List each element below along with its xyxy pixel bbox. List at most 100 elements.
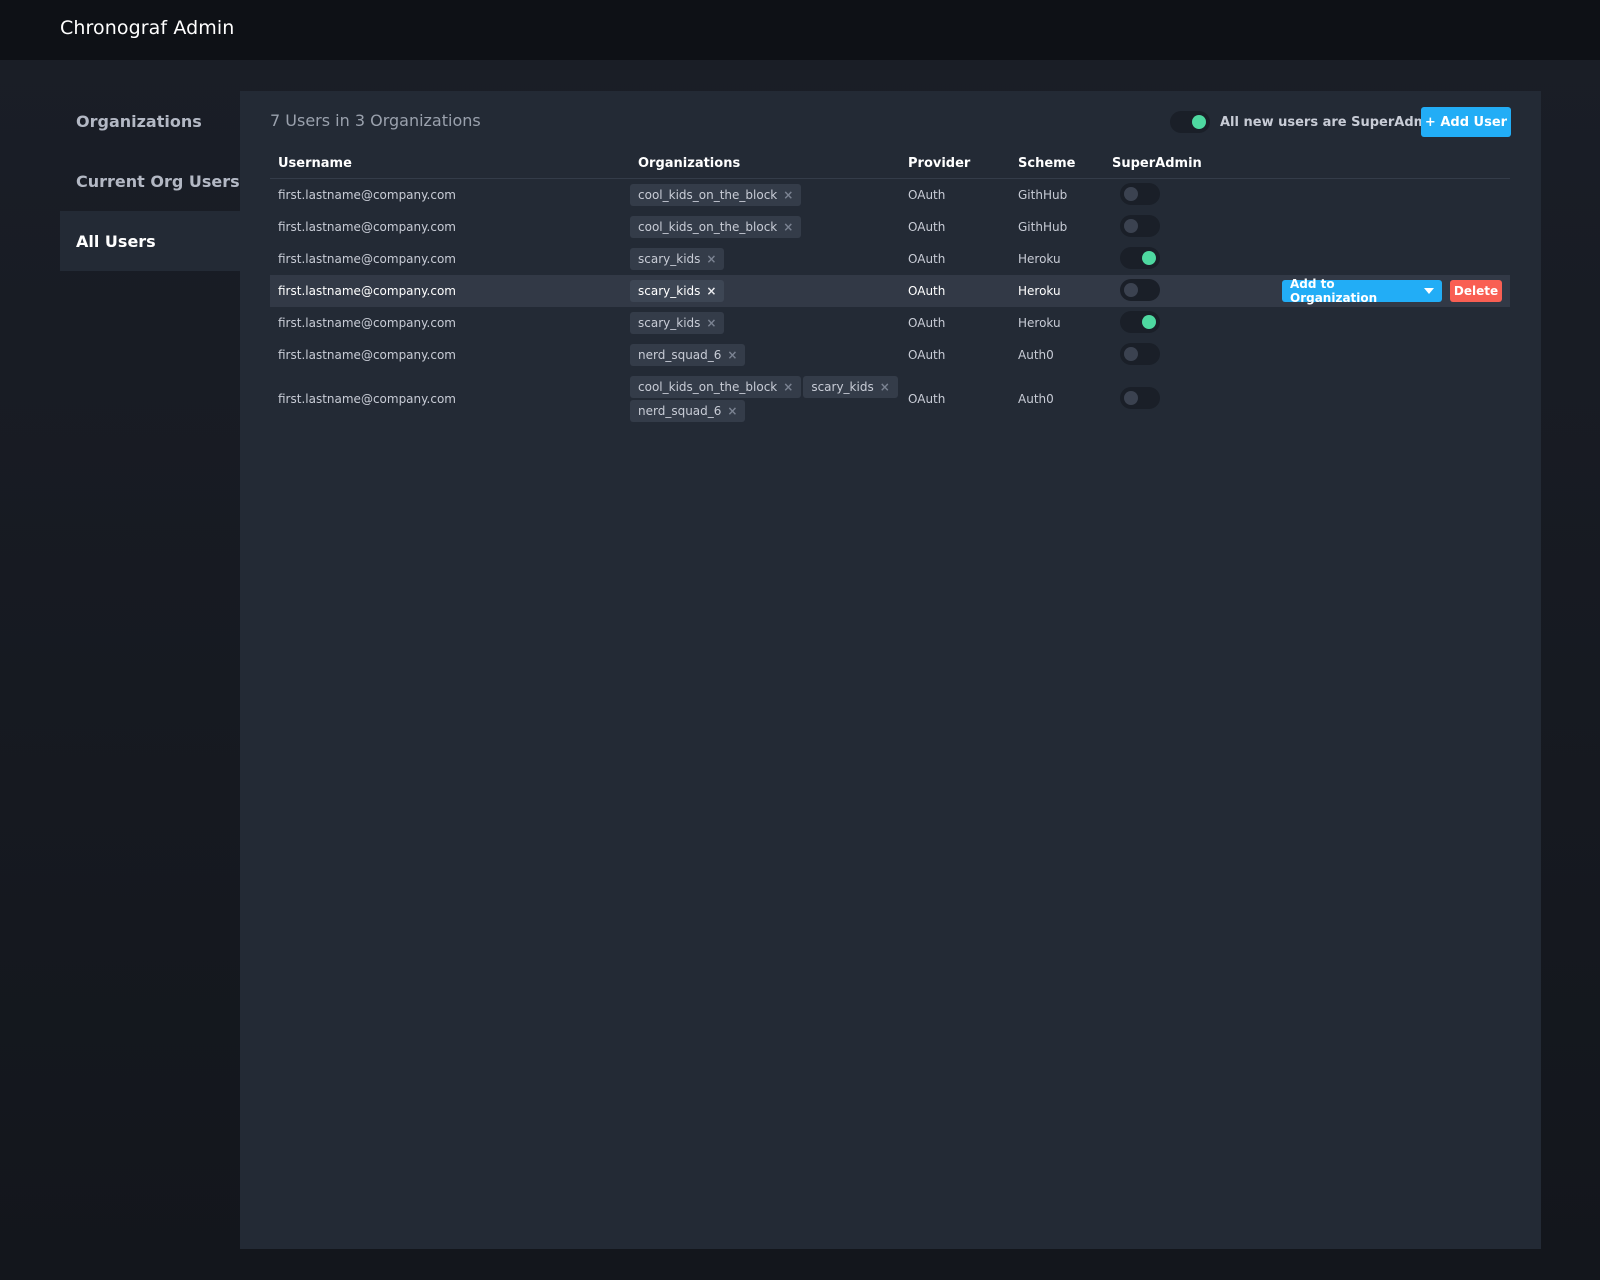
- remove-tag-icon[interactable]: ×: [783, 380, 793, 394]
- provider-cell: OAuth: [908, 348, 946, 362]
- organization-tag: nerd_squad_6 ×: [630, 400, 746, 422]
- sidebar-item-label: Organizations: [76, 111, 202, 131]
- organization-tag: cool_kids_on_the_block ×: [630, 184, 802, 206]
- toggle-knob: [1124, 218, 1138, 233]
- scheme-cell: Auth0: [1018, 392, 1054, 406]
- delete-user-button[interactable]: Delete: [1450, 280, 1502, 302]
- superadmin-toggle[interactable]: [1120, 278, 1160, 301]
- username-cell: first.lastname@company.com: [278, 348, 456, 362]
- scheme-cell: Heroku: [1018, 284, 1061, 298]
- superadmin-cell: [1104, 182, 1204, 208]
- provider-cell: OAuth: [908, 316, 946, 330]
- remove-tag-icon[interactable]: ×: [706, 252, 716, 266]
- table-row[interactable]: first.lastname@company.com cool_kids_on_t…: [270, 179, 1510, 211]
- toggle-knob: [1124, 282, 1138, 297]
- add-to-organization-dropdown[interactable]: Add to Organization: [1282, 277, 1442, 305]
- provider-cell: OAuth: [908, 284, 946, 298]
- remove-tag-icon[interactable]: ×: [727, 348, 737, 362]
- remove-tag-icon[interactable]: ×: [783, 188, 793, 202]
- organization-tag: cool_kids_on_the_block ×: [630, 216, 802, 238]
- username-cell: first.lastname@company.com: [278, 252, 456, 266]
- toggle-knob: [1192, 115, 1206, 129]
- organizations-cell: cool_kids_on_the_block ×: [630, 211, 900, 243]
- column-header-organizations: Organizations: [638, 156, 741, 171]
- table-row[interactable]: first.lastname@company.com cool_kids_on_t…: [270, 211, 1510, 243]
- table-row[interactable]: first.lastname@company.com cool_kids_on_t…: [270, 371, 1510, 427]
- add-to-organization-label: Add to Organization: [1290, 277, 1378, 305]
- organizations-cell: cool_kids_on_the_block ×: [630, 179, 900, 211]
- table-row[interactable]: first.lastname@company.com scary_kids × OAu…: [270, 243, 1510, 275]
- scheme-cell: GithHub: [1018, 220, 1068, 234]
- username-cell: first.lastname@company.com: [278, 284, 456, 298]
- superadmin-toggle[interactable]: [1120, 342, 1160, 365]
- scheme-cell: Heroku: [1018, 316, 1061, 330]
- panel-header: 7 Users in 3 Organizations All new users…: [270, 107, 1511, 137]
- toggle-knob: [1124, 390, 1138, 405]
- organization-tag: scary_kids ×: [630, 312, 725, 334]
- column-header-username: Username: [278, 156, 352, 171]
- username-cell: first.lastname@company.com: [278, 220, 456, 234]
- superadmin-toggle[interactable]: [1120, 182, 1160, 205]
- table-row[interactable]: first.lastname@company.com nerd_squad_6 × O…: [270, 339, 1510, 371]
- superadmin-cell: [1104, 246, 1204, 272]
- table-row[interactable]: first.lastname@company.com scary_kids × OAu…: [270, 307, 1510, 339]
- username-cell: first.lastname@company.com: [278, 392, 456, 406]
- new-users-superadmin-toggle[interactable]: [1170, 111, 1210, 133]
- table-header: Username Organizations Provider Scheme S…: [270, 153, 1510, 179]
- remove-tag-icon[interactable]: ×: [706, 284, 716, 298]
- table-row[interactable]: first.lastname@company.com scary_kids × OAu…: [270, 275, 1510, 307]
- remove-tag-icon[interactable]: ×: [783, 220, 793, 234]
- superadmin-toggle[interactable]: [1120, 386, 1160, 409]
- organizations-cell: cool_kids_on_the_block × scary_kids × nerd_s…: [630, 371, 900, 427]
- scheme-cell: Heroku: [1018, 252, 1061, 266]
- add-user-button[interactable]: + Add User: [1421, 107, 1511, 137]
- superadmin-cell: [1104, 386, 1204, 412]
- organization-tag-label: scary_kids: [638, 316, 701, 330]
- organizations-cell: scary_kids ×: [630, 275, 900, 307]
- organization-tag: scary_kids ×: [630, 248, 725, 270]
- sidebar-item-label: Current Org Users: [76, 171, 240, 191]
- remove-tag-icon[interactable]: ×: [880, 380, 890, 394]
- superadmin-toggle[interactable]: [1120, 214, 1160, 237]
- column-header-actions: [1204, 153, 1510, 178]
- toggle-knob: [1142, 250, 1156, 265]
- organization-tag-label: nerd_squad_6: [638, 404, 722, 418]
- superadmin-cell: [1104, 310, 1204, 336]
- users-count-title: 7 Users in 3 Organizations: [270, 111, 481, 130]
- toggle-knob: [1124, 346, 1138, 361]
- row-actions: Add to Organization Delete: [1204, 277, 1510, 305]
- column-header-provider: Provider: [908, 156, 971, 171]
- provider-cell: OAuth: [908, 252, 946, 266]
- superadmin-cell: [1104, 342, 1204, 368]
- username-cell: first.lastname@company.com: [278, 188, 456, 202]
- top-bar: Chronograf Admin: [0, 0, 1600, 60]
- users-panel: 7 Users in 3 Organizations All new users…: [240, 91, 1541, 1249]
- superadmin-cell: [1104, 214, 1204, 240]
- superadmin-toggle[interactable]: [1120, 246, 1160, 269]
- remove-tag-icon[interactable]: ×: [706, 316, 716, 330]
- organization-tag: scary_kids ×: [630, 280, 725, 302]
- organization-tag-label: scary_kids: [638, 252, 701, 266]
- app-title: Chronograf Admin: [60, 17, 235, 39]
- organization-tag: nerd_squad_6 ×: [630, 344, 746, 366]
- sidebar-item-all-users[interactable]: All Users: [60, 211, 240, 271]
- sidebar-item-organizations[interactable]: Organizations: [60, 91, 240, 151]
- column-header-superadmin: SuperAdmin: [1112, 156, 1202, 171]
- organization-tag-label: cool_kids_on_the_block: [638, 380, 778, 394]
- organization-tag-label: scary_kids: [638, 284, 701, 298]
- superadmin-toggle[interactable]: [1120, 310, 1160, 333]
- scheme-cell: Auth0: [1018, 348, 1054, 362]
- organizations-cell: nerd_squad_6 ×: [630, 339, 900, 371]
- provider-cell: OAuth: [908, 188, 946, 202]
- organizations-cell: scary_kids ×: [630, 307, 900, 339]
- caret-down-icon: [1424, 288, 1434, 294]
- sidebar-item-label: All Users: [76, 231, 156, 251]
- table-body: first.lastname@company.com cool_kids_on_t…: [270, 179, 1510, 427]
- toggle-knob: [1124, 186, 1138, 201]
- remove-tag-icon[interactable]: ×: [727, 404, 737, 418]
- sidebar-item-current-org-users[interactable]: Current Org Users: [60, 151, 240, 211]
- superadmin-default-control: All new users are SuperAdmins: [1170, 111, 1449, 133]
- organizations-cell: scary_kids ×: [630, 243, 900, 275]
- provider-cell: OAuth: [908, 392, 946, 406]
- organization-tag-label: cool_kids_on_the_block: [638, 220, 778, 234]
